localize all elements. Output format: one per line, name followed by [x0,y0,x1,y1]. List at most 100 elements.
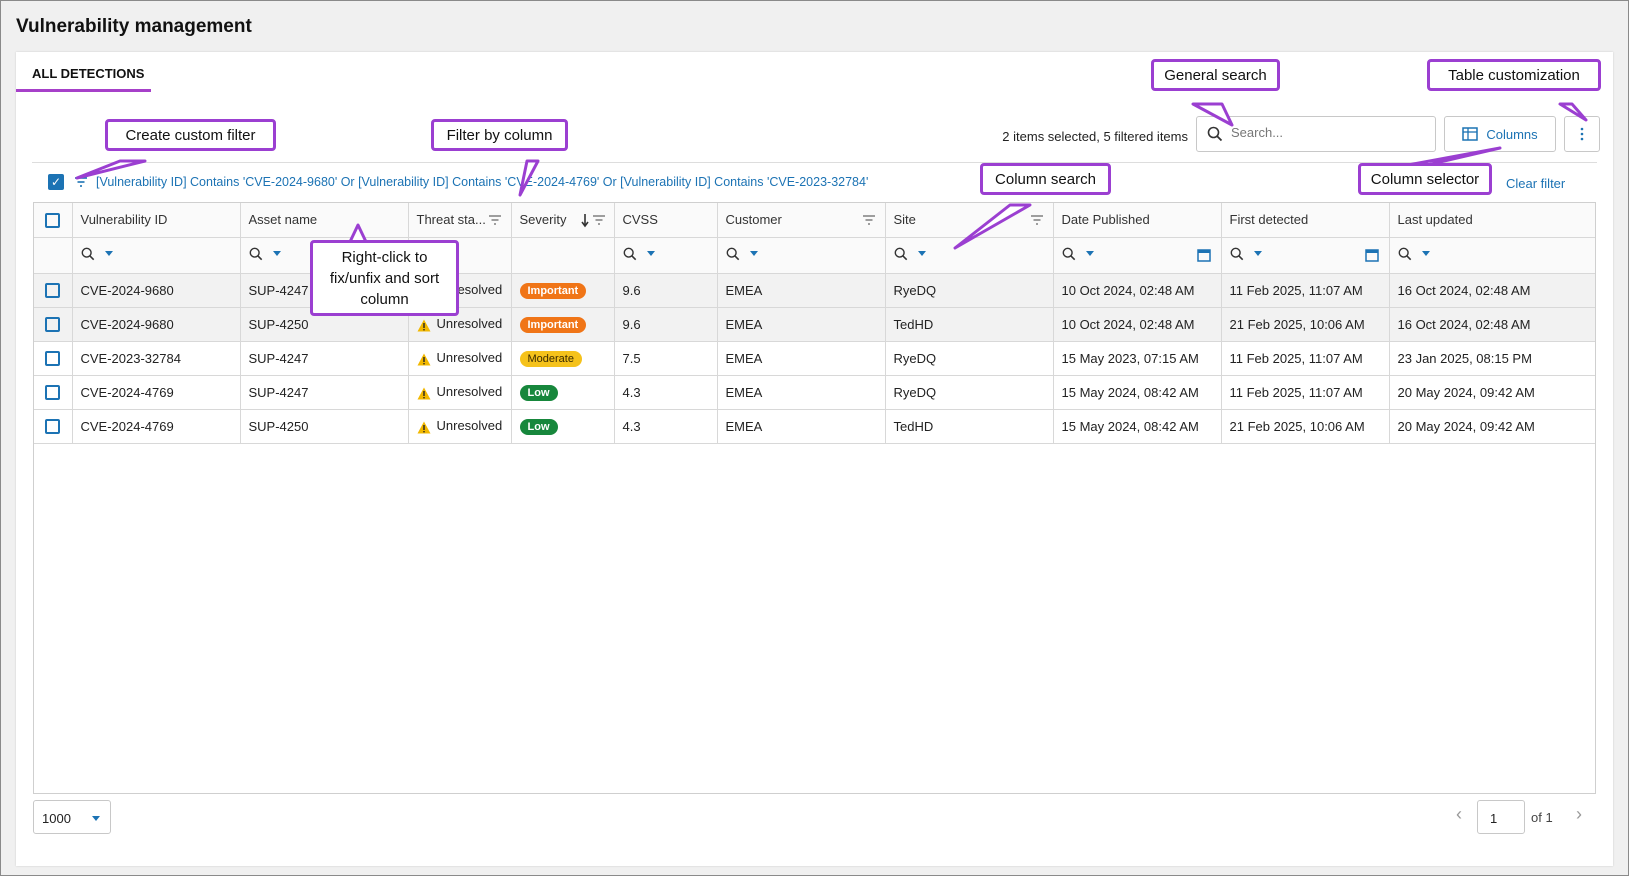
column-header-cvss[interactable]: CVSS [614,203,718,238]
cell-first-detected: 11 Feb 2025, 11:07 AM [1221,273,1390,308]
cell-threat-status: Unresolved [408,409,512,444]
tab-all-detections[interactable]: ALL DETECTIONS [16,52,151,92]
table-row[interactable]: CVE-2023-32784 SUP-4247 Unresolved Moder… [34,341,1595,376]
next-page-button[interactable]: › [1576,804,1582,825]
columns-button[interactable]: Columns [1444,116,1556,152]
cell-vulnerability-id: CVE-2023-32784 [72,341,241,376]
table-row[interactable]: CVE-2024-4769 SUP-4250 Unresolved Low 4.… [34,409,1595,444]
row-select-cell [34,341,73,376]
table-row[interactable]: CVE-2024-9680 SUP-4247 Unresolved Import… [34,273,1595,308]
callout-column-selector: Column selector [1358,163,1492,195]
chevron-down-icon[interactable] [1421,251,1430,256]
search-icon [1398,247,1411,260]
column-search-date-published[interactable] [1053,237,1222,274]
cell-date-published: 15 May 2023, 07:15 AM [1053,341,1222,376]
column-search-last-updated[interactable] [1389,237,1595,274]
row-select-cell [34,409,73,444]
severity-badge: Low [519,384,558,401]
row-select-cell [34,375,73,410]
cell-asset-name: SUP-4247 [240,341,409,376]
cell-vulnerability-id: CVE-2024-9680 [72,273,241,308]
table-options-button[interactable] [1564,116,1600,152]
calendar-icon[interactable] [1196,248,1211,262]
column-header-customer[interactable]: Customer [717,203,886,238]
cell-threat-status: Unresolved [408,341,512,376]
column-search-site[interactable] [885,237,1054,274]
search-icon [1062,247,1075,260]
page-number-input[interactable]: 1 [1477,800,1525,834]
columns-button-label: Columns [1486,126,1538,142]
chevron-down-icon[interactable] [1253,251,1262,256]
row-checkbox[interactable] [45,317,61,333]
row-select-cell [34,273,73,308]
cell-first-detected: 21 Feb 2025, 10:06 AM [1221,307,1390,342]
column-search-cvss[interactable] [614,237,718,274]
row-checkbox[interactable] [45,351,61,367]
column-filter-icon[interactable] [1029,212,1045,228]
column-search-row [34,237,1595,274]
sort-desc-icon[interactable] [580,212,608,228]
select-all-checkbox[interactable] [45,212,61,228]
search-input[interactable] [1231,125,1421,140]
column-filter-icon[interactable] [861,212,877,228]
chevron-down-icon[interactable] [917,251,926,256]
cell-date-published: 10 Oct 2024, 02:48 AM [1053,307,1222,342]
column-header-asset-name[interactable]: Asset name [240,203,409,238]
column-header-last-updated[interactable]: Last updated [1389,203,1595,238]
callout-table-customization: Table customization [1427,59,1601,91]
column-header-date-published[interactable]: Date Published [1053,203,1222,238]
general-search-box[interactable] [1196,116,1436,152]
column-search-customer[interactable] [717,237,886,274]
cell-customer: EMEA [717,341,886,376]
column-search-vulnerability-id[interactable] [72,237,241,274]
search-icon [1207,126,1223,142]
cell-cvss: 7.5 [614,341,718,376]
column-header-severity[interactable]: Severity [511,203,615,238]
cell-cvss: 4.3 [614,375,718,410]
cell-severity: Important [511,307,615,342]
row-select-cell [34,307,73,342]
cell-severity: Low [511,375,615,410]
chevron-down-icon[interactable] [749,251,758,256]
severity-badge: Important [519,316,587,333]
column-header-threat-status[interactable]: Threat sta... [408,203,512,238]
column-search-first-detected[interactable] [1221,237,1390,274]
chevron-down-icon[interactable] [272,251,281,256]
cell-site: TedHD [885,307,1054,342]
filter-icon[interactable] [73,174,89,190]
filter-cell-empty [34,237,73,274]
cell-first-detected: 11 Feb 2025, 11:07 AM [1221,375,1390,410]
column-header-site[interactable]: Site [885,203,1054,238]
search-icon [249,247,262,260]
table-row[interactable]: CVE-2024-4769 SUP-4247 Unresolved Low 4.… [34,375,1595,410]
cell-vulnerability-id: CVE-2024-4769 [72,409,241,444]
chevron-down-icon[interactable] [1085,251,1094,256]
chevron-down-icon[interactable] [646,251,655,256]
custom-filter-expression[interactable]: [Vulnerability ID] Contains 'CVE-2024-96… [96,175,868,189]
table-row[interactable]: CVE-2024-9680 SUP-4250 Unresolved Import… [34,307,1595,342]
row-checkbox[interactable] [45,283,61,299]
column-header-first-detected[interactable]: First detected [1221,203,1390,238]
previous-page-button[interactable]: ‹ [1456,804,1462,825]
chevron-down-icon[interactable] [104,251,113,256]
callout-create-custom-filter: Create custom filter [105,119,276,151]
cell-severity: Important [511,273,615,308]
cell-threat-status: Unresolved [408,375,512,410]
warning-icon [417,387,430,400]
callout-filter-by-column: Filter by column [431,119,568,151]
cell-severity: Moderate [511,341,615,376]
column-header-vulnerability-id[interactable]: Vulnerability ID [72,203,241,238]
warning-icon [417,421,430,434]
row-checkbox[interactable] [45,419,61,435]
callout-right-click: Right-click to fix/unfix and sort column [310,240,459,316]
filter-toggle-checkbox[interactable]: ✓ [48,174,64,190]
calendar-icon[interactable] [1364,248,1379,262]
page-size-select[interactable]: 1000 [33,800,111,834]
search-icon [726,247,739,260]
cell-customer: EMEA [717,375,886,410]
cell-site: RyeDQ [885,375,1054,410]
row-checkbox[interactable] [45,385,61,401]
cell-asset-name: SUP-4250 [240,409,409,444]
clear-filter-link[interactable]: Clear filter [1506,176,1565,191]
column-filter-icon[interactable] [487,212,503,228]
